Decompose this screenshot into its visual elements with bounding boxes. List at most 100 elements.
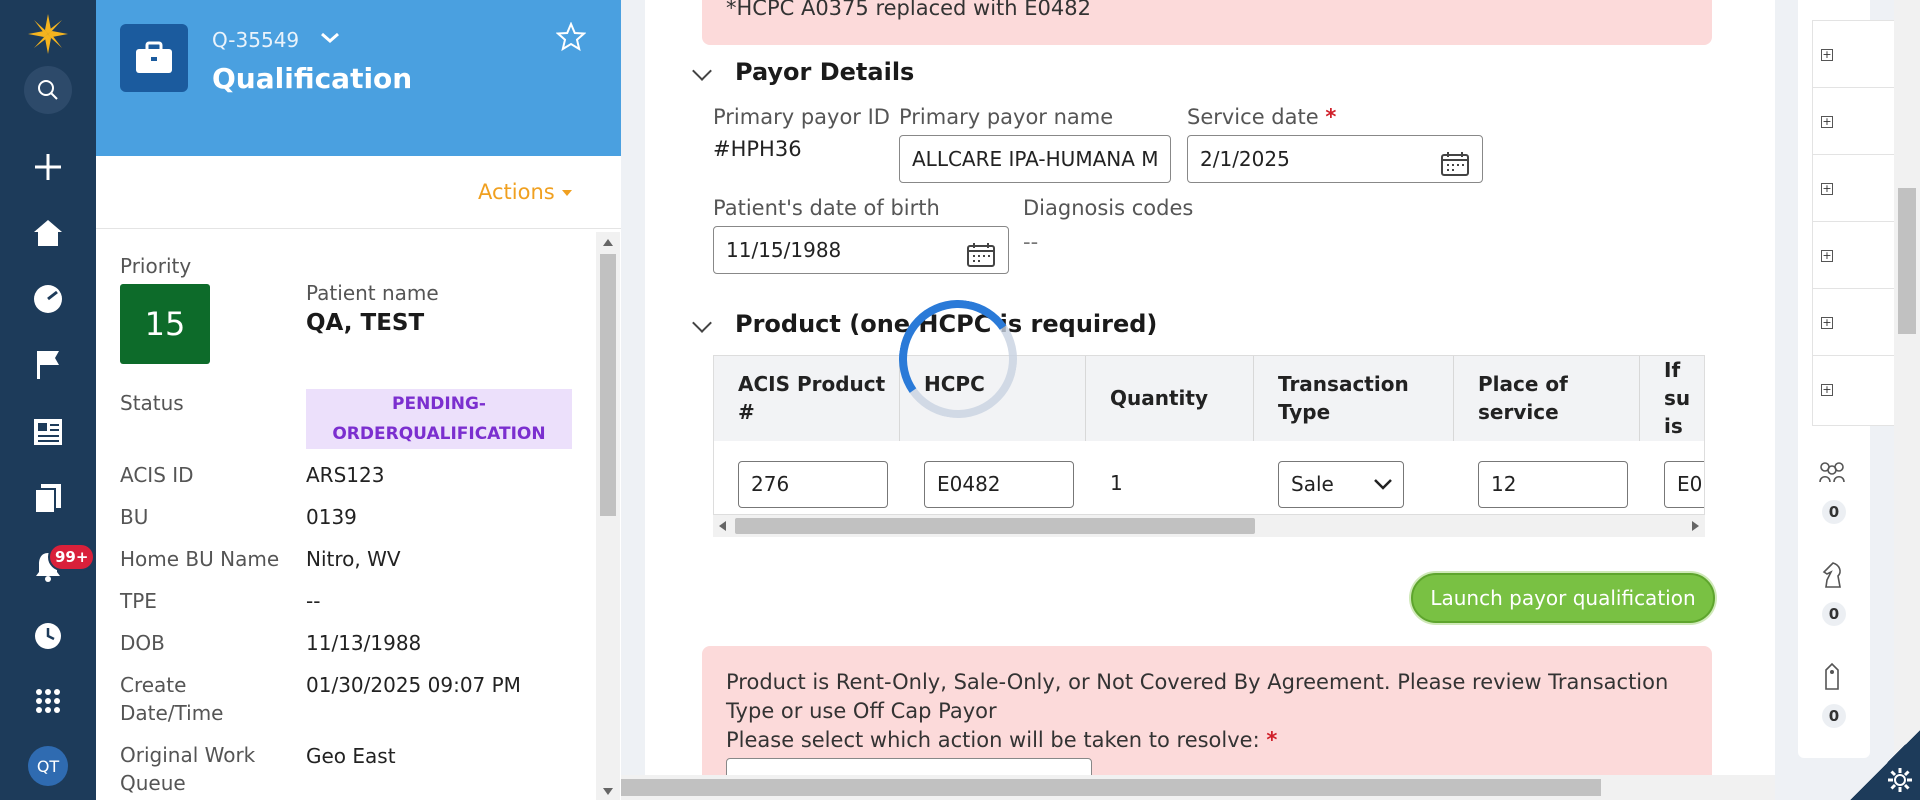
col-place-of-service: Place of service [1454, 356, 1640, 441]
dob-value: 11/13/1988 [306, 631, 422, 655]
scrollbar-thumb[interactable] [735, 518, 1255, 534]
alert-text: *HCPC A0375 replaced with E0482 [726, 0, 1091, 20]
bu-label: BU [120, 505, 149, 529]
caret-down-icon[interactable] [562, 190, 572, 196]
col-if-substituted: If su is th HCP [1640, 356, 1704, 441]
expand-plus-icon[interactable]: + [1821, 384, 1833, 396]
resolve-prompt: Please select which action will be taken… [726, 728, 1260, 752]
dob-field-value: 11/15/1988 [726, 238, 842, 262]
apps-grid-icon[interactable] [24, 677, 72, 725]
followers-count: 0 [1822, 500, 1846, 524]
page-horizontal-scrollbar[interactable] [621, 775, 1775, 800]
history-icon[interactable] [24, 612, 72, 660]
tpe-value: -- [306, 589, 321, 613]
page-vertical-scrollbar[interactable] [1894, 0, 1920, 800]
primary-payor-name-label: Primary payor name [899, 105, 1114, 129]
collapse-payor-icon[interactable] [692, 61, 712, 81]
scroll-right-icon[interactable] [1692, 521, 1699, 531]
transaction-type-select[interactable]: Sale [1278, 461, 1404, 508]
scroll-down-icon[interactable] [603, 788, 613, 795]
launch-payor-qualification-button[interactable]: Launch payor qualification [1411, 573, 1715, 623]
create-date-label: Create Date/Time [120, 673, 224, 725]
bu-value: 0139 [306, 505, 357, 529]
scroll-up-icon[interactable] [603, 239, 613, 246]
briefcase-icon [120, 24, 188, 92]
chevron-down-icon[interactable] [318, 26, 342, 54]
actions-menu-button[interactable]: Actions [478, 180, 555, 204]
search-icon[interactable] [24, 66, 72, 114]
case-summary-panel: Q-35549 Qualification Actions Priority 1… [96, 0, 621, 800]
expand-item[interactable]: + [1813, 356, 1897, 423]
case-id: Q-35549 [212, 28, 300, 52]
collapse-product-icon[interactable] [692, 313, 712, 333]
chess-knight-icon[interactable] [1812, 560, 1852, 594]
expand-plus-icon[interactable]: + [1821, 116, 1833, 128]
service-date-field[interactable]: 2/1/2025 [1187, 135, 1483, 183]
table-horizontal-scrollbar[interactable] [713, 515, 1705, 537]
patient-name-label: Patient name [306, 281, 439, 305]
service-date-label: Service date * [1187, 105, 1336, 129]
expand-plus-icon[interactable]: + [1821, 49, 1833, 61]
acis-product-input[interactable]: 276 [738, 461, 888, 508]
status-label: Status [120, 391, 184, 415]
expand-list: + + + + + + [1812, 20, 1897, 426]
home-icon[interactable] [24, 209, 72, 257]
expand-item[interactable]: + [1813, 222, 1897, 289]
expand-item[interactable]: + [1813, 88, 1897, 155]
dob-label: DOB [120, 631, 165, 655]
home-bu-value: Nitro, WV [306, 547, 401, 571]
case-title: Qualification [212, 62, 413, 95]
expand-item[interactable]: + [1813, 21, 1897, 88]
table-header: ACIS Product # HCPC Quantity Transaction… [714, 356, 1704, 441]
case-panel-scrollbar[interactable] [596, 232, 620, 800]
chevron-down-icon [1374, 479, 1392, 490]
scrollbar-thumb[interactable] [1898, 188, 1916, 334]
expand-plus-icon[interactable]: + [1821, 317, 1833, 329]
hcpc-replaced-alert: *HCPC A0375 replaced with E0482 [702, 0, 1712, 45]
main-content: *HCPC A0375 replaced with E0482 Payor De… [645, 0, 1775, 800]
dashboard-icon[interactable] [24, 275, 72, 323]
utilities-rail: + + + + + + 0 0 0 [1798, 0, 1897, 758]
news-icon[interactable] [24, 408, 72, 456]
payor-details-title: Payor Details [735, 58, 915, 86]
required-asterisk: * [1325, 105, 1337, 129]
primary-payor-id-label: Primary payor ID [713, 105, 890, 129]
col-transaction-type: Transaction Type [1254, 356, 1454, 441]
hcpc-input[interactable]: E0482 [924, 461, 1074, 508]
user-avatar[interactable]: QT [28, 746, 68, 786]
substitute-hcpc-input[interactable]: E0 [1664, 461, 1704, 508]
primary-payor-name-field[interactable]: ALLCARE IPA-HUMANA M [899, 135, 1171, 183]
diagnosis-codes-value: -- [1023, 230, 1039, 254]
place-of-service-input[interactable]: 12 [1478, 461, 1628, 508]
tag-icon[interactable] [1812, 662, 1852, 696]
dob-field[interactable]: 11/15/1988 [713, 226, 1009, 274]
col-quantity: Quantity [1086, 356, 1254, 441]
scrollbar-thumb[interactable] [600, 254, 616, 516]
flag-icon[interactable] [24, 341, 72, 389]
notification-count-badge: 99+ [48, 543, 96, 571]
diagnosis-codes-label: Diagnosis codes [1023, 196, 1194, 220]
col-acis-product: ACIS Product # [714, 356, 900, 441]
status-badge: PENDING-ORDERQUALIFICATION [306, 389, 572, 449]
calendar-icon[interactable] [966, 238, 996, 273]
scrollbar-thumb[interactable] [621, 779, 1601, 796]
expand-item[interactable]: + [1813, 289, 1897, 356]
home-bu-label: Home BU Name [120, 547, 280, 571]
required-asterisk: * [1266, 728, 1278, 752]
expand-plus-icon[interactable]: + [1821, 250, 1833, 262]
documents-icon[interactable] [24, 474, 72, 522]
star-icon[interactable] [555, 21, 587, 56]
expand-plus-icon[interactable]: + [1821, 183, 1833, 195]
tpe-label: TPE [120, 589, 157, 613]
gear-icon[interactable] [1886, 766, 1914, 798]
app-logo-icon[interactable] [24, 10, 72, 58]
priority-label: Priority [120, 254, 192, 278]
chess-count: 0 [1822, 602, 1846, 626]
expand-item[interactable]: + [1813, 155, 1897, 222]
followers-icon[interactable] [1812, 458, 1852, 492]
divider [96, 228, 621, 229]
dob-field-label: Patient's date of birth [713, 196, 940, 220]
calendar-icon[interactable] [1440, 147, 1470, 182]
plus-icon[interactable] [24, 143, 72, 191]
scroll-left-icon[interactable] [719, 521, 726, 531]
